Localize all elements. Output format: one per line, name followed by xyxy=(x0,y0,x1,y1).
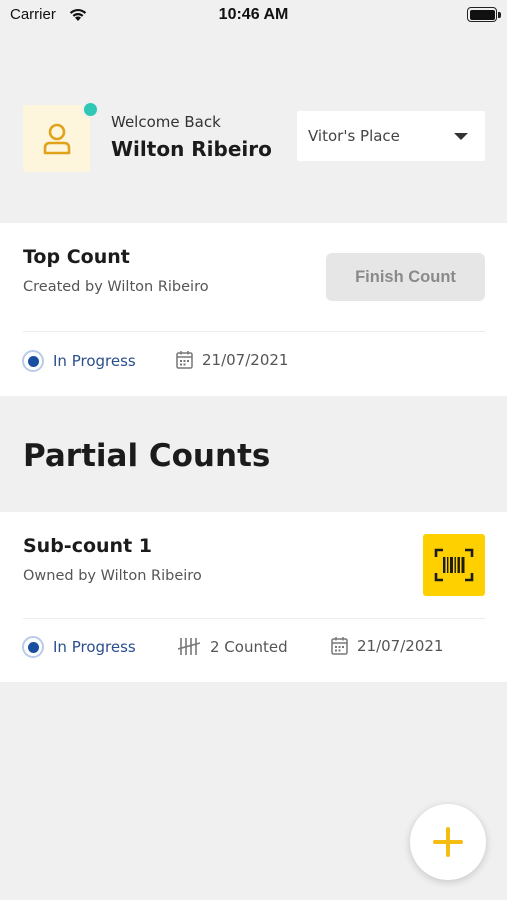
calendar-icon xyxy=(176,351,193,369)
place-select-value: Vitor's Place xyxy=(308,127,400,145)
scan-button[interactable] xyxy=(423,534,485,596)
sub-count-title: Sub-count 1 xyxy=(23,535,152,557)
divider xyxy=(23,618,485,619)
sub-count-card[interactable]: Sub-count 1 Owned by Wilton Ribeiro In P… xyxy=(0,512,507,682)
top-count-status: In Progress xyxy=(22,350,136,372)
sub-count-owner: Owned by Wilton Ribeiro xyxy=(23,568,202,584)
clock: 10:46 AM xyxy=(218,6,289,23)
user-name: Wilton Ribeiro xyxy=(111,137,272,161)
divider xyxy=(23,331,485,332)
place-select[interactable]: Vitor's Place xyxy=(297,111,485,161)
status-label: In Progress xyxy=(53,352,136,370)
partial-counts-heading: Partial Counts xyxy=(23,438,271,474)
sub-count-status: In Progress xyxy=(22,636,136,658)
counted-label: 2 Counted xyxy=(210,637,288,656)
finish-count-button[interactable]: Finish Count xyxy=(326,253,485,301)
user-icon xyxy=(43,123,70,154)
online-status-dot xyxy=(82,101,99,118)
sub-count-counted: 2 Counted xyxy=(178,637,288,656)
battery-icon xyxy=(467,7,501,22)
top-count-created-by: Created by Wilton Ribeiro xyxy=(23,279,209,295)
caret-down-icon xyxy=(454,133,468,140)
welcome-text: Welcome Back xyxy=(111,113,221,131)
date-label: 21/07/2021 xyxy=(202,350,289,369)
sub-count-date: 21/07/2021 xyxy=(331,636,443,655)
barcode-scan-icon xyxy=(434,548,474,582)
top-count-date: 21/07/2021 xyxy=(176,350,288,369)
top-count-title: Top Count xyxy=(23,246,130,268)
top-count-card[interactable]: Top Count Created by Wilton Ribeiro Fini… xyxy=(0,223,507,396)
calendar-icon xyxy=(331,637,348,655)
tally-icon xyxy=(178,638,201,655)
date-label: 21/07/2021 xyxy=(357,636,444,655)
add-button[interactable] xyxy=(410,804,486,880)
status-bar: Carrier 10:46 AM xyxy=(0,0,507,32)
status-label: In Progress xyxy=(53,638,136,656)
status-dot-icon xyxy=(22,350,44,372)
status-dot-icon xyxy=(22,636,44,658)
plus-icon xyxy=(433,827,463,857)
avatar[interactable] xyxy=(23,105,90,172)
